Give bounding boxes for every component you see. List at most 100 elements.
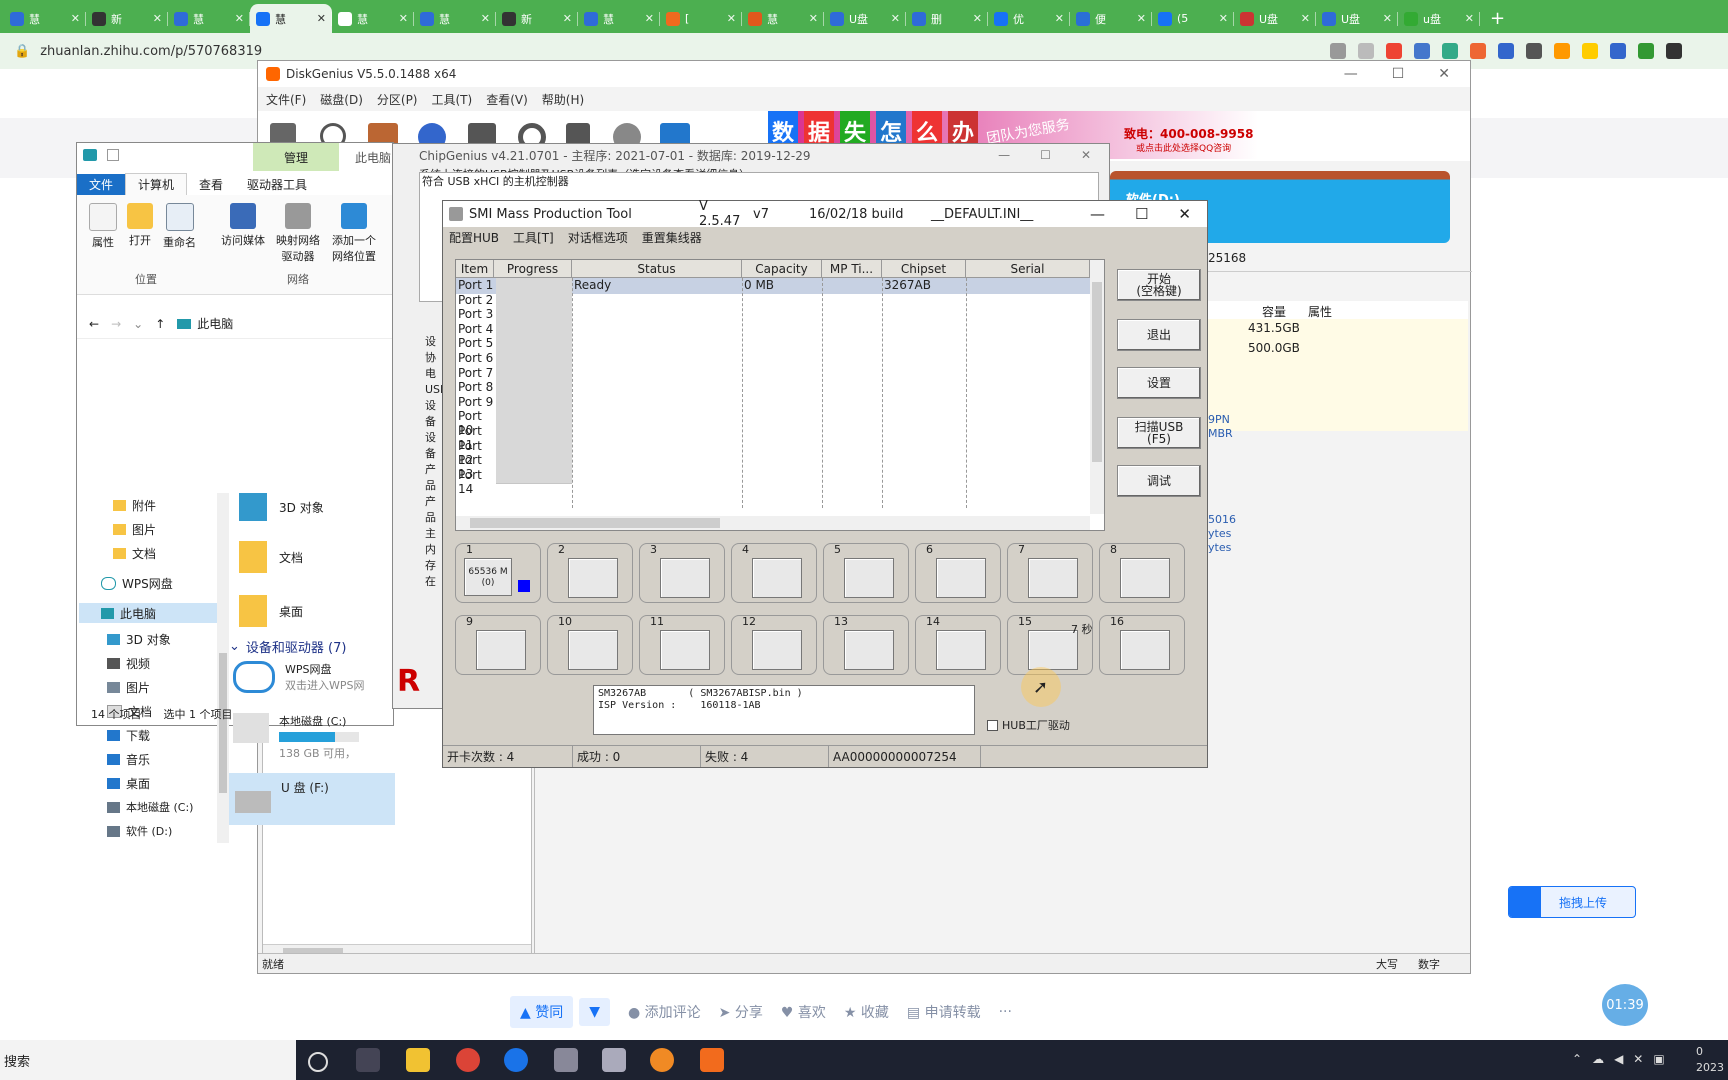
- close-tab-icon[interactable]: ✕: [645, 12, 654, 25]
- browser-tab[interactable]: 慧 ✕: [578, 4, 660, 33]
- extension-icon[interactable]: [1582, 43, 1598, 59]
- port-row[interactable]: Port 13: [456, 453, 1090, 481]
- tab-file[interactable]: 文件: [77, 173, 126, 195]
- tree-item[interactable]: 本地磁盘 (C:): [107, 799, 193, 815]
- favorite-button[interactable]: ♥ 喜欢: [781, 1002, 826, 1022]
- close-icon[interactable]: ✕: [1178, 205, 1191, 223]
- add-network-location-button[interactable]: 添加一个网络位置: [327, 203, 381, 264]
- port-row[interactable]: Port 2: [456, 292, 1090, 309]
- extension-icon[interactable]: [1610, 43, 1626, 59]
- close-icon[interactable]: ✕: [1633, 1052, 1643, 1066]
- browser-tab[interactable]: 便 ✕: [1070, 4, 1152, 33]
- more-button[interactable]: ···: [999, 1004, 1012, 1020]
- maximize-icon[interactable]: ☐: [1135, 205, 1148, 223]
- forward-icon[interactable]: →: [111, 317, 121, 331]
- menu-item[interactable]: 工具(T): [432, 91, 473, 108]
- browser-tab[interactable]: 优 ✕: [988, 4, 1070, 33]
- browser-tab[interactable]: 慧 ✕: [4, 4, 86, 33]
- close-icon[interactable]: ✕: [1081, 148, 1091, 162]
- tree-item[interactable]: 附件: [113, 497, 156, 514]
- port-row[interactable]: Port 10: [456, 409, 1090, 437]
- settings-button[interactable]: 设置: [1117, 367, 1201, 399]
- port-row[interactable]: Port 8: [456, 380, 1090, 397]
- folder-item[interactable]: 桌面: [239, 595, 303, 627]
- feishu-icon[interactable]: [504, 1048, 528, 1072]
- new-tab-icon[interactable]: +: [1490, 8, 1505, 29]
- close-tab-icon[interactable]: ✕: [1137, 12, 1146, 25]
- puzzle-icon[interactable]: [1666, 43, 1682, 59]
- tree-item[interactable]: 桌面: [107, 775, 150, 792]
- dislike-button[interactable]: ▼: [579, 998, 610, 1026]
- close-tab-icon[interactable]: ✕: [153, 12, 162, 25]
- port-slot[interactable]: 13: [823, 615, 909, 675]
- port-slot[interactable]: 2: [547, 543, 633, 603]
- browser-tab[interactable]: 删 ✕: [906, 4, 988, 33]
- tree-item[interactable]: 文档: [113, 545, 156, 562]
- close-tab-icon[interactable]: ✕: [481, 12, 490, 25]
- port-slot[interactable]: 14: [915, 615, 1001, 675]
- port-row[interactable]: Port 7: [456, 365, 1090, 382]
- open-button[interactable]: 打开: [127, 203, 153, 248]
- reprint-button[interactable]: ▤ 申请转载: [907, 1002, 981, 1022]
- menu-item[interactable]: 重置集线器: [642, 229, 702, 246]
- port-list[interactable]: Item Progress Status Capacity MP Ti... Chipse…: [455, 259, 1105, 531]
- port-row[interactable]: Port 9: [456, 394, 1090, 411]
- close-tab-icon[interactable]: ✕: [399, 12, 408, 25]
- tree-item[interactable]: 软件 (D:): [107, 823, 172, 839]
- column-header[interactable]: Progress: [494, 260, 572, 278]
- scan-usb-button[interactable]: 扫描USB (F5): [1117, 417, 1201, 449]
- column-header[interactable]: Item: [456, 260, 494, 278]
- network-icon[interactable]: ☁: [1592, 1052, 1604, 1066]
- close-tab-icon[interactable]: ✕: [317, 12, 326, 25]
- minimize-icon[interactable]: —: [998, 148, 1010, 162]
- maximize-icon[interactable]: ☐: [1392, 66, 1405, 82]
- close-tab-icon[interactable]: ✕: [1219, 12, 1228, 25]
- extension-icon[interactable]: [1526, 43, 1542, 59]
- input-icon[interactable]: ▣: [1653, 1052, 1664, 1066]
- volume-icon[interactable]: ◀: [1614, 1052, 1623, 1066]
- rename-button[interactable]: 重命名: [163, 203, 196, 250]
- access-media-button[interactable]: 访问媒体: [221, 203, 265, 248]
- close-tab-icon[interactable]: ✕: [1301, 12, 1310, 25]
- debug-button[interactable]: 调试: [1117, 465, 1201, 497]
- port-row[interactable]: Port 12: [456, 438, 1090, 467]
- vertical-scrollbar[interactable]: [217, 493, 229, 843]
- extension-icon[interactable]: [1638, 43, 1654, 59]
- ribbon-manage-tab[interactable]: 管理: [253, 143, 339, 171]
- port-slot[interactable]: 1 65536 M (0): [455, 543, 541, 603]
- upload-button[interactable]: 拖拽上传: [1508, 886, 1636, 918]
- port-row[interactable]: Port 11: [456, 424, 1090, 452]
- close-tab-icon[interactable]: ✕: [973, 12, 982, 25]
- port-slot[interactable]: 5: [823, 543, 909, 603]
- file-explorer-icon[interactable]: [406, 1048, 430, 1072]
- share-button[interactable]: ➤ 分享: [719, 1002, 763, 1022]
- url-text[interactable]: zhuanlan.zhihu.com/p/570768319: [40, 44, 262, 59]
- drive-app-icon[interactable]: [554, 1048, 578, 1072]
- scroll-thumb[interactable]: [1092, 282, 1102, 462]
- folder-item[interactable]: 3D 对象: [239, 493, 324, 521]
- exit-button[interactable]: 退出: [1117, 319, 1201, 351]
- close-tab-icon[interactable]: ✕: [1055, 12, 1064, 25]
- back-icon[interactable]: ←: [89, 317, 99, 331]
- properties-icon[interactable]: [107, 149, 119, 161]
- tree-item[interactable]: 下载: [107, 727, 150, 744]
- browser-tab[interactable]: U盘 ✕: [824, 4, 906, 33]
- tree-item[interactable]: 视频: [107, 655, 150, 672]
- close-tab-icon[interactable]: ✕: [235, 12, 244, 25]
- tab-view[interactable]: 查看: [187, 174, 235, 195]
- extension-icon[interactable]: [1498, 43, 1514, 59]
- port-slot[interactable]: 10: [547, 615, 633, 675]
- port-slot[interactable]: 4: [731, 543, 817, 603]
- browser-tab[interactable]: 慧 ✕: [332, 4, 414, 33]
- chevron-down-icon[interactable]: ⌄: [133, 317, 143, 331]
- comment-button[interactable]: ● 添加评论: [628, 1002, 701, 1022]
- menu-item[interactable]: 文件(F): [266, 91, 306, 108]
- column-header[interactable]: MP Ti...: [822, 260, 882, 278]
- tree-item[interactable]: WPS网盘: [101, 575, 173, 592]
- drive-item-selected[interactable]: U 盘 (F:): [229, 773, 395, 825]
- section-header[interactable]: ⌄ 设备和驱动器 (7): [229, 637, 346, 656]
- chrome-icon[interactable]: [456, 1048, 480, 1072]
- menu-item[interactable]: 查看(V): [486, 91, 528, 108]
- port-slot[interactable]: 7: [1007, 543, 1093, 603]
- chipgenius-icon[interactable]: [602, 1048, 626, 1072]
